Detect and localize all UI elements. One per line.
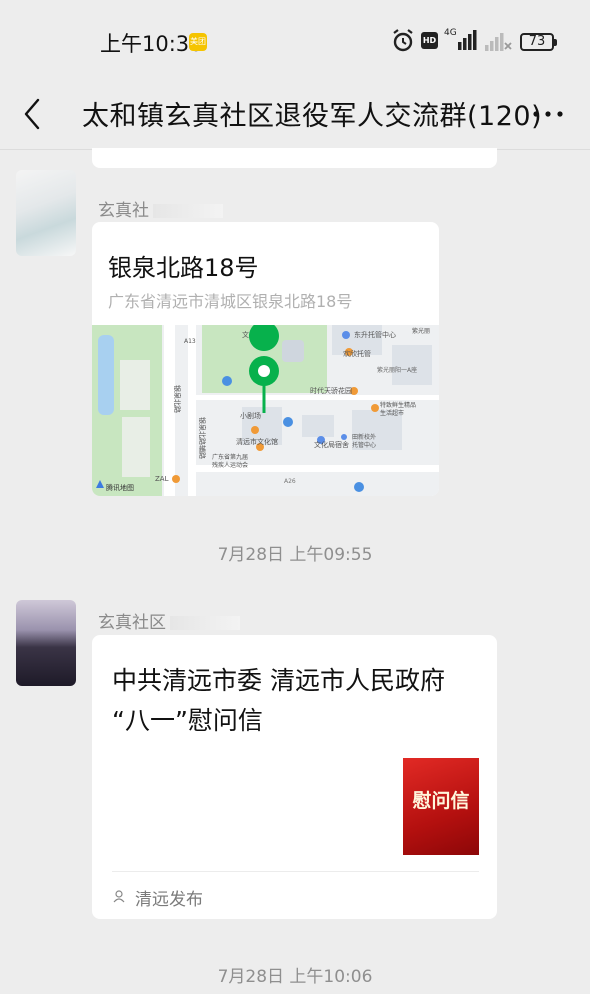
svg-text:托管中心: 托管中心	[352, 441, 376, 449]
official-account-icon	[113, 890, 125, 903]
previous-message-card[interactable]	[92, 148, 497, 168]
alarm-icon	[393, 29, 413, 52]
divider	[112, 871, 479, 872]
location-address: 广东省清远市清城区银泉北路18号	[108, 292, 353, 311]
meituan-badge-icon: 美团	[189, 33, 207, 51]
chevron-left-icon[interactable]	[18, 94, 48, 134]
svg-text:银泉北路辅路: 银泉北路辅路	[198, 417, 207, 459]
sender-name: 玄真社	[98, 196, 223, 221]
chat-header: 太和镇玄真社区退役军人交流群(120)	[0, 80, 590, 150]
svg-text:银泉北路: 银泉北路	[173, 385, 182, 413]
article-thumbnail: 慰问信	[403, 758, 479, 855]
article-title: 中共清远市委 清远市人民政府 “八一”慰问信	[112, 661, 482, 741]
svg-text:残疾人运动会: 残疾人运动会	[212, 461, 248, 469]
sender-name-text: 玄真社区	[98, 613, 166, 633]
svg-text:清远市文化馆: 清远市文化馆	[236, 437, 278, 446]
sender-name: 玄真社区	[98, 608, 240, 633]
svg-text:A13: A13	[184, 338, 196, 345]
sender-name-text: 玄真社	[98, 201, 149, 221]
svg-text:文化局宿舍: 文化局宿舍	[314, 440, 349, 449]
avatar[interactable]	[16, 170, 76, 256]
signal-sim2-icon	[485, 33, 512, 51]
svg-text:生活超市: 生活超市	[380, 409, 404, 417]
svg-text:紫光丽: 紫光丽	[412, 327, 430, 335]
svg-text:特致鲜生精品: 特致鲜生精品	[380, 401, 416, 409]
svg-text:田新校外: 田新校外	[352, 433, 376, 441]
sender-name-blur	[153, 204, 223, 218]
timestamp: 7月28日 上午10:06	[217, 967, 373, 987]
hd-icon: HD	[421, 32, 438, 49]
status-time: 上午10:36	[100, 32, 203, 56]
timestamp: 7月28日 上午09:55	[217, 545, 373, 565]
article-title-line2: “八一”慰问信	[112, 706, 263, 735]
avatar[interactable]	[16, 600, 76, 686]
status-bar: 上午10:36 美团 HD 4G 73	[0, 0, 590, 80]
network-label: 4G	[444, 28, 457, 38]
map-provider: 腾讯地图	[106, 483, 134, 492]
sender-name-blur	[170, 616, 240, 630]
svg-text:欢欣托管: 欢欣托管	[343, 349, 371, 358]
location-title: 银泉北路18号	[108, 254, 259, 282]
ellipsis-icon[interactable]	[532, 106, 564, 122]
svg-text:时代天骄花园: 时代天骄花园	[310, 386, 352, 395]
svg-text:ZAL: ZAL	[155, 475, 169, 483]
svg-text:广东省第九届: 广东省第九届	[212, 453, 248, 461]
article-card[interactable]: 中共清远市委 清远市人民政府 “八一”慰问信 慰问信 清远发布	[92, 635, 497, 919]
location-card[interactable]: 银泉北路18号 广东省清远市清城区银泉北路18号 文	[92, 222, 439, 496]
map-preview[interactable]: 文化广场 东升托管中心 欢欣托管 紫光丽阳一A座 时代天骄花园 小剧场 清远市文…	[92, 325, 439, 496]
svg-text:小剧场: 小剧场	[240, 411, 261, 420]
svg-text:东升托管中心: 东升托管中心	[354, 330, 396, 339]
article-title-line1: 中共清远市委 清远市人民政府	[112, 666, 445, 695]
chat-title: 太和镇玄真社区退役军人交流群(120)	[82, 101, 543, 132]
signal-4g-icon: 4G	[444, 28, 477, 50]
svg-text:紫光丽阳一A座: 紫光丽阳一A座	[377, 366, 417, 374]
svg-text:A26: A26	[284, 478, 296, 485]
article-source: 清远发布	[135, 890, 203, 910]
battery-icon: 73	[520, 33, 557, 51]
